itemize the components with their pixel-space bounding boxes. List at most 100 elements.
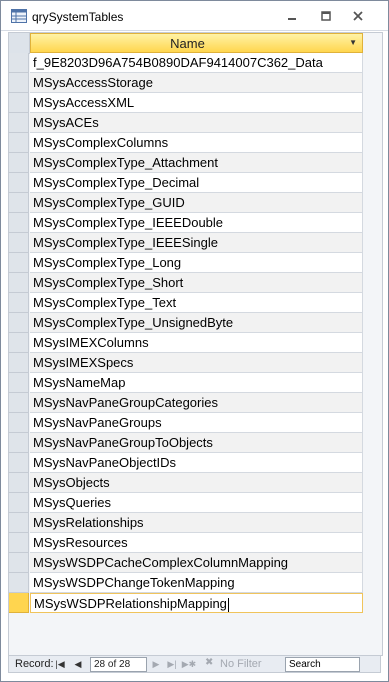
new-record-icon[interactable]: ▶✱ (182, 657, 196, 671)
table-row[interactable]: MSysComplexColumns (9, 133, 382, 153)
name-cell[interactable]: MSysNameMap (30, 373, 363, 393)
row-selector[interactable] (9, 433, 29, 453)
name-cell[interactable]: MSysNavPaneGroups (30, 413, 363, 433)
previous-record-icon[interactable]: ◀ (71, 657, 85, 671)
row-selector[interactable] (9, 253, 29, 273)
table-row[interactable]: MSysComplexType_UnsignedByte (9, 313, 382, 333)
row-selector[interactable] (9, 353, 29, 373)
table-row[interactable]: MSysComplexType_Attachment (9, 153, 382, 173)
name-cell[interactable]: MSysWSDPChangeTokenMapping (30, 573, 363, 593)
table-row[interactable]: MSysQueries (9, 493, 382, 513)
name-cell[interactable]: f_9E8203D96A754B0890DAF9414007C362_Data (30, 53, 363, 73)
row-selector[interactable] (9, 393, 29, 413)
row-selector[interactable] (9, 413, 29, 433)
minimize-button[interactable] (279, 7, 305, 25)
select-all-corner[interactable] (9, 33, 30, 54)
row-selector[interactable] (9, 313, 29, 333)
name-cell[interactable]: MSysQueries (30, 493, 363, 513)
row-selector[interactable] (9, 153, 29, 173)
column-header-name[interactable]: Name ▼ (30, 33, 363, 53)
row-selector[interactable] (9, 233, 29, 253)
record-position-input[interactable]: 28 of 28 (90, 657, 147, 672)
name-cell[interactable]: MSysComplexType_UnsignedByte (30, 313, 363, 333)
next-record-icon[interactable]: ▶ (149, 657, 163, 671)
row-selector[interactable] (9, 573, 29, 593)
maximize-button[interactable] (313, 7, 339, 25)
dropdown-arrow-icon[interactable]: ▼ (349, 38, 357, 47)
table-row[interactable]: MSysWSDPRelationshipMapping (9, 593, 382, 613)
table-row[interactable]: MSysAccessXML (9, 93, 382, 113)
row-selector[interactable] (9, 93, 29, 113)
name-cell[interactable]: MSysAccessXML (30, 93, 363, 113)
row-selector[interactable] (9, 133, 29, 153)
name-cell[interactable]: MSysComplexType_Short (30, 273, 363, 293)
row-selector[interactable] (9, 213, 29, 233)
table-row[interactable]: MSysNavPaneGroupToObjects (9, 433, 382, 453)
row-selector[interactable] (9, 513, 29, 533)
table-row[interactable]: MSysIMEXSpecs (9, 353, 382, 373)
table-row[interactable]: MSysComplexType_Short (9, 273, 382, 293)
name-cell[interactable]: MSysIMEXColumns (30, 333, 363, 353)
name-cell[interactable]: MSysWSDPCacheComplexColumnMapping (30, 553, 363, 573)
close-button[interactable] (345, 7, 371, 25)
name-cell[interactable]: MSysResources (30, 533, 363, 553)
table-row[interactable]: MSysResources (9, 533, 382, 553)
first-record-icon[interactable]: |◀ (53, 657, 67, 671)
table-row[interactable]: MSysAccessStorage (9, 73, 382, 93)
table-row[interactable]: MSysWSDPChangeTokenMapping (9, 573, 382, 593)
row-selector[interactable] (9, 593, 29, 613)
name-cell[interactable]: MSysAccessStorage (30, 73, 363, 93)
row-selector[interactable] (9, 333, 29, 353)
row-selector[interactable] (9, 553, 29, 573)
table-row[interactable]: MSysComplexType_IEEEDouble (9, 213, 382, 233)
name-cell[interactable]: MSysNavPaneObjectIDs (30, 453, 363, 473)
table-row[interactable]: MSysNameMap (9, 373, 382, 393)
row-selector[interactable] (9, 473, 29, 493)
name-cell[interactable]: MSysNavPaneGroupCategories (30, 393, 363, 413)
name-cell[interactable]: MSysComplexType_Decimal (30, 173, 363, 193)
name-cell[interactable]: MSysRelationships (30, 513, 363, 533)
table-row[interactable]: MSysComplexType_Long (9, 253, 382, 273)
name-cell[interactable]: MSysComplexType_IEEESingle (30, 233, 363, 253)
row-selector[interactable] (9, 373, 29, 393)
table-row[interactable]: MSysIMEXColumns (9, 333, 382, 353)
row-selector[interactable] (9, 533, 29, 553)
table-row[interactable]: MSysNavPaneGroups (9, 413, 382, 433)
row-selector[interactable] (9, 193, 29, 213)
filter-icon: ✖ (205, 657, 214, 668)
table-row[interactable]: MSysComplexType_IEEESingle (9, 233, 382, 253)
name-cell[interactable]: MSysComplexType_IEEEDouble (30, 213, 363, 233)
row-selector[interactable] (9, 493, 29, 513)
filter-toggle[interactable]: ✖ No Filter (205, 657, 279, 671)
table-row[interactable]: MSysObjects (9, 473, 382, 493)
name-cell[interactable]: MSysComplexType_Attachment (30, 153, 363, 173)
row-selector[interactable] (9, 73, 29, 93)
name-cell[interactable]: MSysComplexType_Text (30, 293, 363, 313)
table-row[interactable]: MSysComplexType_Text (9, 293, 382, 313)
title-bar[interactable]: qrySystemTables (1, 1, 388, 31)
name-cell[interactable]: MSysComplexType_Long (30, 253, 363, 273)
row-selector[interactable] (9, 173, 29, 193)
row-selector[interactable] (9, 113, 29, 133)
row-selector[interactable] (9, 453, 29, 473)
name-cell[interactable]: MSysACEs (30, 113, 363, 133)
search-input[interactable]: Search (285, 657, 360, 672)
table-row[interactable]: MSysACEs (9, 113, 382, 133)
last-record-icon[interactable]: ▶| (165, 657, 179, 671)
table-row[interactable]: MSysWSDPCacheComplexColumnMapping (9, 553, 382, 573)
table-row[interactable]: MSysNavPaneGroupCategories (9, 393, 382, 413)
table-row[interactable]: MSysComplexType_GUID (9, 193, 382, 213)
row-selector[interactable] (9, 273, 29, 293)
table-row[interactable]: MSysNavPaneObjectIDs (9, 453, 382, 473)
table-row[interactable]: MSysComplexType_Decimal (9, 173, 382, 193)
row-selector[interactable] (9, 53, 29, 73)
name-cell[interactable]: MSysIMEXSpecs (30, 353, 363, 373)
name-cell[interactable]: MSysComplexType_GUID (30, 193, 363, 213)
row-selector[interactable] (9, 293, 29, 313)
table-row[interactable]: f_9E8203D96A754B0890DAF9414007C362_Data (9, 53, 382, 73)
name-cell[interactable]: MSysObjects (30, 473, 363, 493)
name-cell[interactable]: MSysWSDPRelationshipMapping (30, 593, 363, 613)
name-cell[interactable]: MSysComplexColumns (30, 133, 363, 153)
name-cell[interactable]: MSysNavPaneGroupToObjects (30, 433, 363, 453)
table-row[interactable]: MSysRelationships (9, 513, 382, 533)
